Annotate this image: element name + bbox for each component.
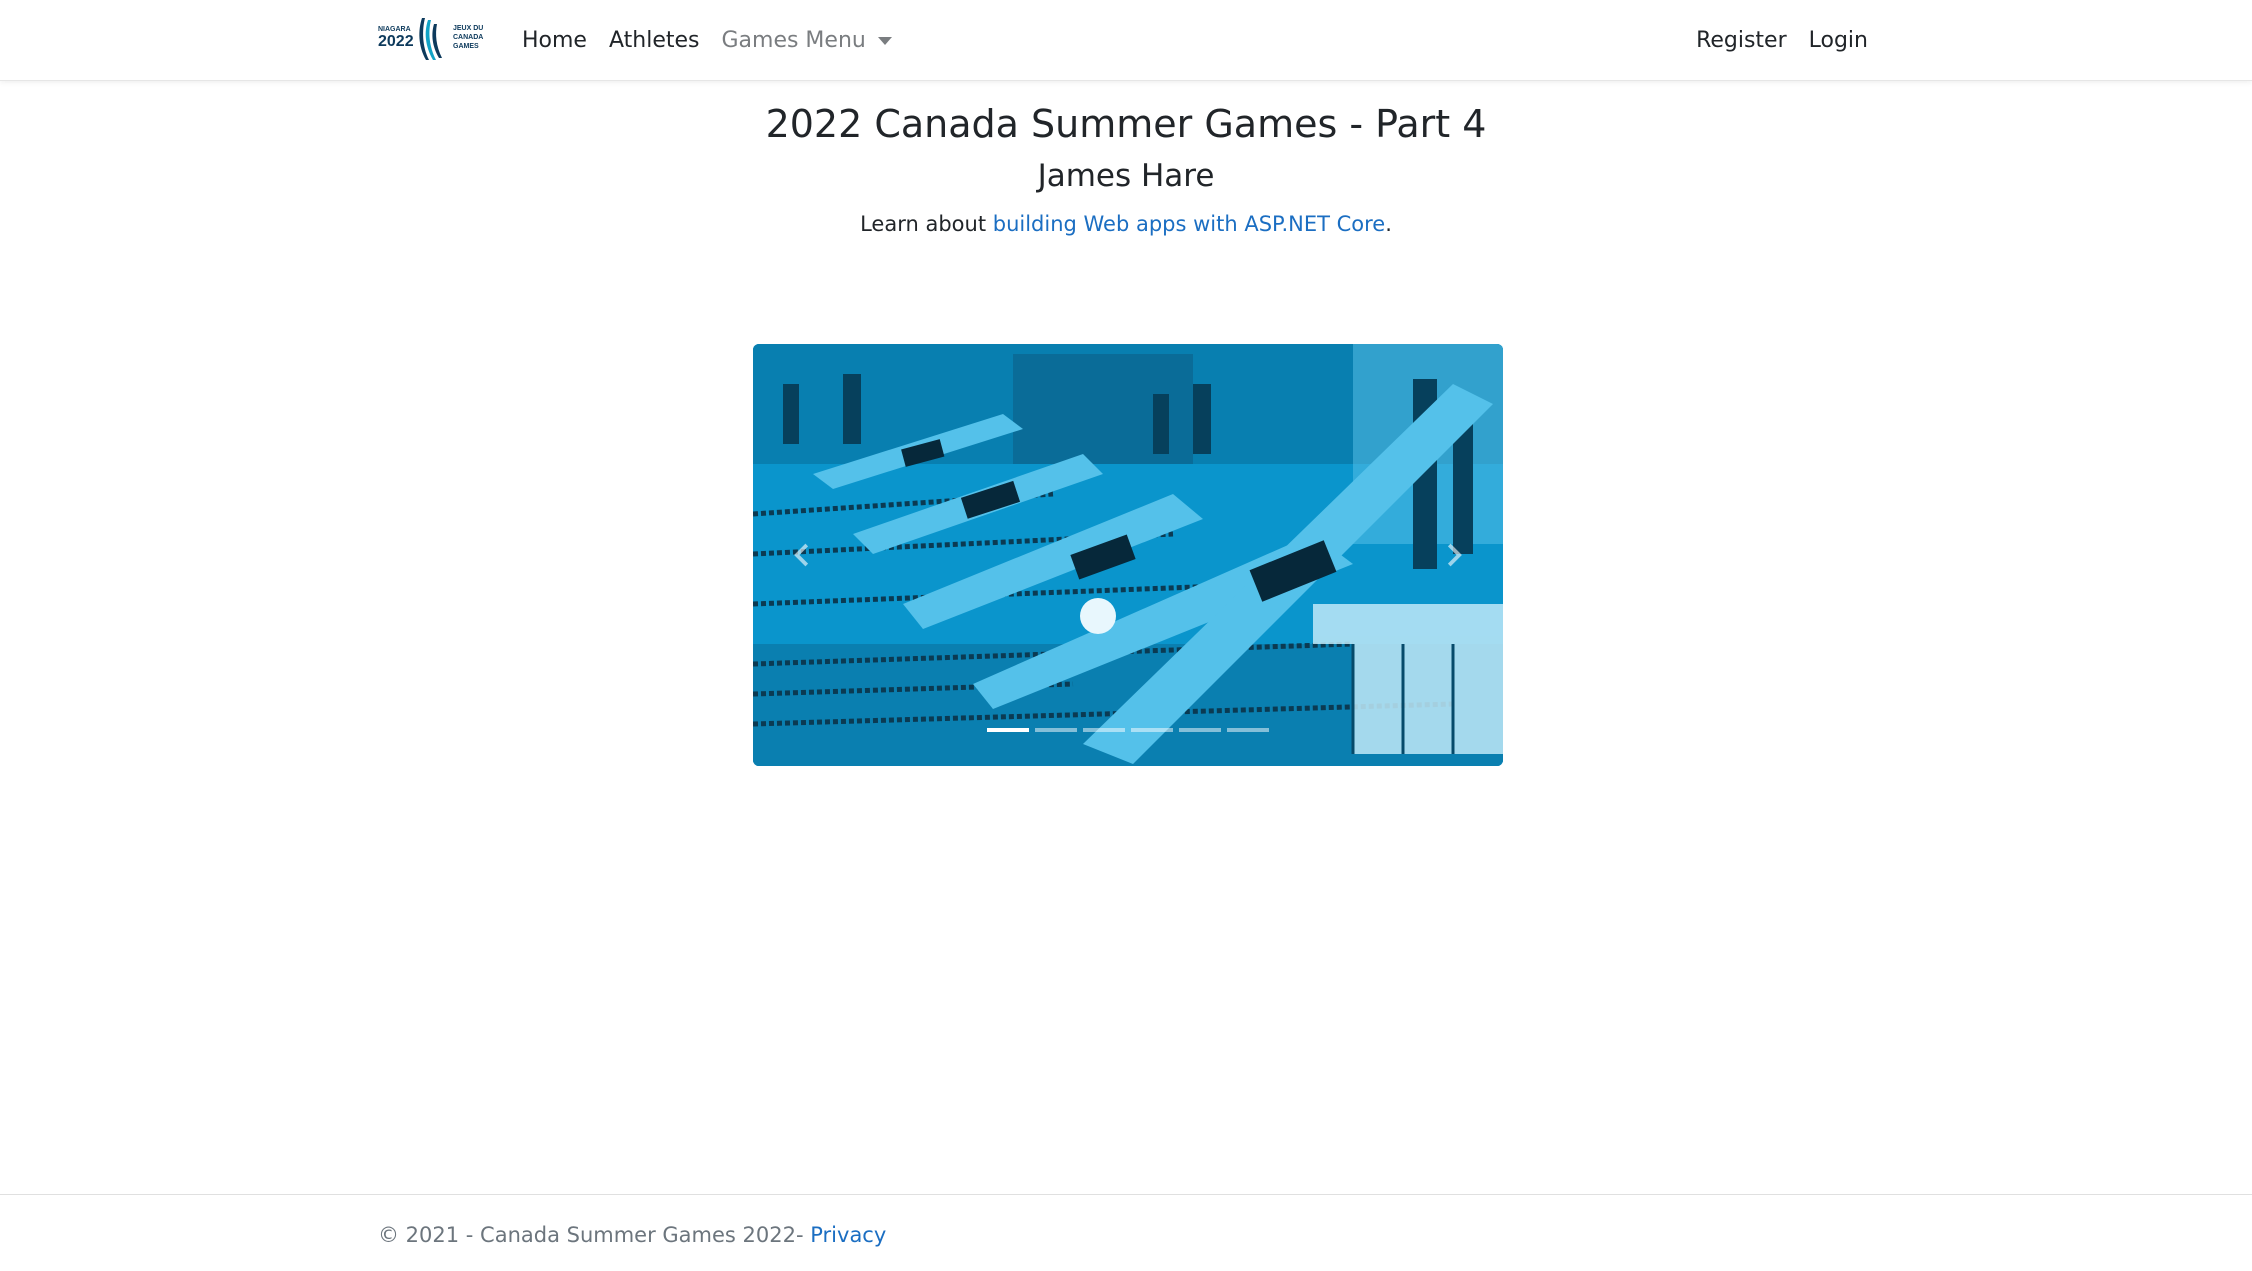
top-navbar: NIAGARA 2022 JEUX DU CANADA GAMES Home A… bbox=[0, 0, 2252, 81]
carousel-indicator[interactable] bbox=[987, 728, 1029, 732]
chevron-left-icon bbox=[794, 543, 809, 567]
svg-text:2022: 2022 bbox=[378, 33, 414, 50]
carousel-indicator[interactable] bbox=[1083, 728, 1125, 732]
niagara-2022-logo-icon: NIAGARA 2022 JEUX DU CANADA GAMES bbox=[378, 18, 483, 60]
caret-down-icon bbox=[877, 36, 892, 45]
carousel-next-button[interactable] bbox=[1403, 344, 1503, 766]
carousel-indicator[interactable] bbox=[1131, 728, 1173, 732]
page-title: 2022 Canada Summer Games - Part 4 bbox=[765, 102, 1487, 146]
carousel-indicator[interactable] bbox=[1227, 728, 1269, 732]
primary-nav: Home Athletes Games Menu bbox=[522, 0, 914, 81]
svg-text:NIAGARA: NIAGARA bbox=[378, 26, 411, 33]
nav-athletes-link[interactable]: Athletes bbox=[609, 28, 700, 53]
page-subtitle: James Hare bbox=[1037, 158, 1215, 194]
carousel-prev-button[interactable] bbox=[753, 344, 853, 766]
account-nav: Register Login bbox=[1674, 0, 1868, 81]
footer-text: © 2021 - Canada Summer Games 2022- Priva… bbox=[378, 1223, 886, 1247]
carousel-indicator[interactable] bbox=[1179, 728, 1221, 732]
image-carousel bbox=[753, 344, 1503, 766]
register-link[interactable]: Register bbox=[1696, 28, 1787, 53]
page-footer: © 2021 - Canada Summer Games 2022- Priva… bbox=[0, 1194, 2252, 1271]
svg-text:CANADA: CANADA bbox=[453, 34, 483, 41]
intro-suffix: . bbox=[1385, 212, 1392, 236]
carousel-indicator[interactable] bbox=[1035, 728, 1077, 732]
carousel-indicators bbox=[753, 728, 1503, 732]
aspnet-docs-link[interactable]: building Web apps with ASP.NET Core bbox=[993, 212, 1385, 236]
brand-logo[interactable]: NIAGARA 2022 JEUX DU CANADA GAMES bbox=[378, 16, 492, 62]
intro-prefix: Learn about bbox=[860, 212, 993, 236]
svg-text:JEUX DU: JEUX DU bbox=[453, 25, 483, 32]
copyright-text: © 2021 - Canada Summer Games 2022- bbox=[378, 1223, 811, 1247]
intro-text: Learn about building Web apps with ASP.N… bbox=[0, 212, 2252, 236]
privacy-link[interactable]: Privacy bbox=[810, 1223, 886, 1247]
games-menu-dropdown[interactable]: Games Menu bbox=[721, 28, 892, 53]
nav-home-link[interactable]: Home bbox=[522, 28, 587, 53]
chevron-right-icon bbox=[1447, 543, 1462, 567]
games-menu-label: Games Menu bbox=[721, 28, 866, 53]
login-link[interactable]: Login bbox=[1809, 28, 1868, 53]
svg-text:GAMES: GAMES bbox=[453, 43, 479, 50]
swimmers-diving-image bbox=[753, 344, 1503, 766]
